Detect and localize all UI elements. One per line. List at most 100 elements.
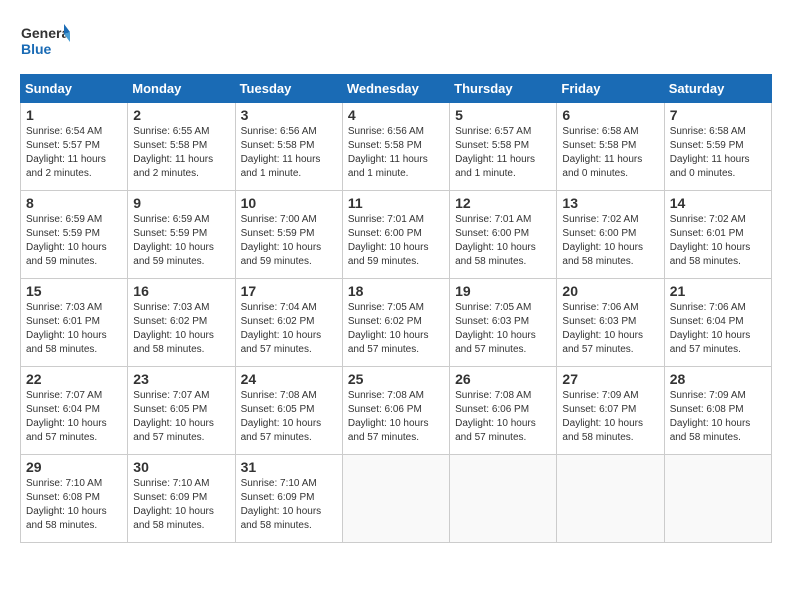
day-number: 18 bbox=[348, 283, 444, 299]
calendar-cell: 5 Sunrise: 6:57 AMSunset: 5:58 PMDaylight… bbox=[450, 103, 557, 191]
calendar-table: SundayMondayTuesdayWednesdayThursdayFrid… bbox=[20, 74, 772, 543]
day-info: Sunrise: 6:56 AMSunset: 5:58 PMDaylight:… bbox=[348, 125, 444, 181]
day-info: Sunrise: 7:10 AMSunset: 6:08 PMDaylight:… bbox=[26, 477, 122, 533]
day-number: 1 bbox=[26, 107, 122, 123]
day-number: 11 bbox=[348, 195, 444, 211]
calendar-cell: 6Sunrise: 6:58 AMSunset: 5:58 PMDaylight… bbox=[557, 103, 664, 191]
calendar-cell: 19Sunrise: 7:05 AMSunset: 6:03 PMDayligh… bbox=[450, 279, 557, 367]
calendar-cell: 11 Sunrise: 7:01 AMSunset: 6:00 PMDayligh… bbox=[342, 191, 449, 279]
day-number: 8 bbox=[26, 195, 122, 211]
calendar-cell: 27Sunrise: 7:09 AMSunset: 6:07 PMDayligh… bbox=[557, 367, 664, 455]
week-row-2: 8 Sunrise: 6:59 AMSunset: 5:59 PMDaylight… bbox=[21, 191, 772, 279]
calendar-cell: 21 Sunrise: 7:06 AMSunset: 6:04 PMDayligh… bbox=[664, 279, 771, 367]
day-number: 16 bbox=[133, 283, 229, 299]
day-info: Sunrise: 6:56 AMSunset: 5:58 PMDaylight:… bbox=[241, 125, 337, 181]
weekday-header-monday: Monday bbox=[128, 75, 235, 103]
day-info: Sunrise: 6:55 AMSunset: 5:58 PMDaylight:… bbox=[133, 125, 229, 181]
day-number: 5 bbox=[455, 107, 551, 123]
calendar-cell: 25Sunrise: 7:08 AMSunset: 6:06 PMDayligh… bbox=[342, 367, 449, 455]
day-info: Sunrise: 6:57 AMSunset: 5:58 PMDaylight:… bbox=[455, 125, 551, 181]
day-info: Sunrise: 7:04 AMSunset: 6:02 PMDaylight:… bbox=[241, 301, 337, 357]
day-number: 21 bbox=[670, 283, 766, 299]
calendar-cell: 31 Sunrise: 7:10 AMSunset: 6:09 PMDayligh… bbox=[235, 455, 342, 543]
calendar-cell: 15Sunrise: 7:03 AMSunset: 6:01 PMDayligh… bbox=[21, 279, 128, 367]
day-number: 7 bbox=[670, 107, 766, 123]
calendar-cell: 16 Sunrise: 7:03 AMSunset: 6:02 PMDayligh… bbox=[128, 279, 235, 367]
week-row-3: 15Sunrise: 7:03 AMSunset: 6:01 PMDayligh… bbox=[21, 279, 772, 367]
calendar-cell: 26Sunrise: 7:08 AMSunset: 6:06 PMDayligh… bbox=[450, 367, 557, 455]
day-info: Sunrise: 7:03 AMSunset: 6:01 PMDaylight:… bbox=[26, 301, 122, 357]
day-info: Sunrise: 7:02 AMSunset: 6:01 PMDaylight:… bbox=[670, 213, 766, 269]
calendar-cell: 18 Sunrise: 7:05 AMSunset: 6:02 PMDayligh… bbox=[342, 279, 449, 367]
calendar-cell: 20Sunrise: 7:06 AMSunset: 6:03 PMDayligh… bbox=[557, 279, 664, 367]
weekday-header-tuesday: Tuesday bbox=[235, 75, 342, 103]
day-number: 3 bbox=[241, 107, 337, 123]
day-info: Sunrise: 7:06 AMSunset: 6:03 PMDaylight:… bbox=[562, 301, 658, 357]
day-number: 2 bbox=[133, 107, 229, 123]
day-number: 31 bbox=[241, 459, 337, 475]
calendar-cell: 23 Sunrise: 7:07 AMSunset: 6:05 PMDayligh… bbox=[128, 367, 235, 455]
logo-bird-icon: General Blue bbox=[20, 20, 70, 64]
day-info: Sunrise: 7:08 AMSunset: 6:05 PMDaylight:… bbox=[241, 389, 337, 445]
calendar-cell: 17 Sunrise: 7:04 AMSunset: 6:02 PMDayligh… bbox=[235, 279, 342, 367]
day-info: Sunrise: 6:54 AMSunset: 5:57 PMDaylight:… bbox=[26, 125, 122, 181]
day-info: Sunrise: 7:09 AMSunset: 6:07 PMDaylight:… bbox=[562, 389, 658, 445]
calendar-cell: 1 Sunrise: 6:54 AMSunset: 5:57 PMDaylight… bbox=[21, 103, 128, 191]
day-number: 25 bbox=[348, 371, 444, 387]
day-number: 6 bbox=[562, 107, 658, 123]
calendar-cell: 12 Sunrise: 7:01 AMSunset: 6:00 PMDayligh… bbox=[450, 191, 557, 279]
day-number: 13 bbox=[562, 195, 658, 211]
calendar-cell bbox=[557, 455, 664, 543]
day-number: 9 bbox=[133, 195, 229, 211]
calendar-cell: 28 Sunrise: 7:09 AMSunset: 6:08 PMDayligh… bbox=[664, 367, 771, 455]
day-info: Sunrise: 7:05 AMSunset: 6:02 PMDaylight:… bbox=[348, 301, 444, 357]
calendar-cell: 14 Sunrise: 7:02 AMSunset: 6:01 PMDayligh… bbox=[664, 191, 771, 279]
calendar-cell bbox=[664, 455, 771, 543]
day-number: 29 bbox=[26, 459, 122, 475]
calendar-cell bbox=[342, 455, 449, 543]
day-number: 23 bbox=[133, 371, 229, 387]
weekday-header-saturday: Saturday bbox=[664, 75, 771, 103]
calendar-cell: 4 Sunrise: 6:56 AMSunset: 5:58 PMDaylight… bbox=[342, 103, 449, 191]
day-info: Sunrise: 7:01 AMSunset: 6:00 PMDaylight:… bbox=[455, 213, 551, 269]
day-number: 12 bbox=[455, 195, 551, 211]
day-number: 30 bbox=[133, 459, 229, 475]
day-number: 28 bbox=[670, 371, 766, 387]
calendar-cell: 3 Sunrise: 6:56 AMSunset: 5:58 PMDaylight… bbox=[235, 103, 342, 191]
day-info: Sunrise: 7:07 AMSunset: 6:05 PMDaylight:… bbox=[133, 389, 229, 445]
calendar-cell: 7 Sunrise: 6:58 AMSunset: 5:59 PMDaylight… bbox=[664, 103, 771, 191]
day-info: Sunrise: 7:10 AMSunset: 6:09 PMDaylight:… bbox=[241, 477, 337, 533]
page-header: General Blue bbox=[20, 20, 772, 64]
calendar-cell: 24 Sunrise: 7:08 AMSunset: 6:05 PMDayligh… bbox=[235, 367, 342, 455]
svg-text:Blue: Blue bbox=[21, 41, 52, 57]
day-info: Sunrise: 7:10 AMSunset: 6:09 PMDaylight:… bbox=[133, 477, 229, 533]
day-number: 14 bbox=[670, 195, 766, 211]
calendar-cell: 13 Sunrise: 7:02 AMSunset: 6:00 PMDayligh… bbox=[557, 191, 664, 279]
day-info: Sunrise: 7:09 AMSunset: 6:08 PMDaylight:… bbox=[670, 389, 766, 445]
day-info: Sunrise: 7:00 AMSunset: 5:59 PMDaylight:… bbox=[241, 213, 337, 269]
day-info: Sunrise: 7:05 AMSunset: 6:03 PMDaylight:… bbox=[455, 301, 551, 357]
day-info: Sunrise: 7:01 AMSunset: 6:00 PMDaylight:… bbox=[348, 213, 444, 269]
weekday-header-friday: Friday bbox=[557, 75, 664, 103]
logo: General Blue bbox=[20, 20, 70, 64]
day-info: Sunrise: 6:58 AMSunset: 5:59 PMDaylight:… bbox=[670, 125, 766, 181]
day-info: Sunrise: 7:03 AMSunset: 6:02 PMDaylight:… bbox=[133, 301, 229, 357]
day-number: 26 bbox=[455, 371, 551, 387]
day-info: Sunrise: 6:59 AMSunset: 5:59 PMDaylight:… bbox=[26, 213, 122, 269]
day-info: Sunrise: 7:06 AMSunset: 6:04 PMDaylight:… bbox=[670, 301, 766, 357]
weekday-header-sunday: Sunday bbox=[21, 75, 128, 103]
svg-text:General: General bbox=[21, 25, 70, 41]
calendar-cell bbox=[450, 455, 557, 543]
calendar-cell: 8 Sunrise: 6:59 AMSunset: 5:59 PMDaylight… bbox=[21, 191, 128, 279]
weekday-header-row: SundayMondayTuesdayWednesdayThursdayFrid… bbox=[21, 75, 772, 103]
calendar-cell: 10 Sunrise: 7:00 AMSunset: 5:59 PMDayligh… bbox=[235, 191, 342, 279]
day-number: 24 bbox=[241, 371, 337, 387]
calendar-cell: 9Sunrise: 6:59 AMSunset: 5:59 PMDaylight… bbox=[128, 191, 235, 279]
day-number: 10 bbox=[241, 195, 337, 211]
calendar-cell: 22Sunrise: 7:07 AMSunset: 6:04 PMDayligh… bbox=[21, 367, 128, 455]
day-number: 17 bbox=[241, 283, 337, 299]
week-row-5: 29 Sunrise: 7:10 AMSunset: 6:08 PMDayligh… bbox=[21, 455, 772, 543]
day-number: 4 bbox=[348, 107, 444, 123]
day-info: Sunrise: 7:02 AMSunset: 6:00 PMDaylight:… bbox=[562, 213, 658, 269]
weekday-header-wednesday: Wednesday bbox=[342, 75, 449, 103]
